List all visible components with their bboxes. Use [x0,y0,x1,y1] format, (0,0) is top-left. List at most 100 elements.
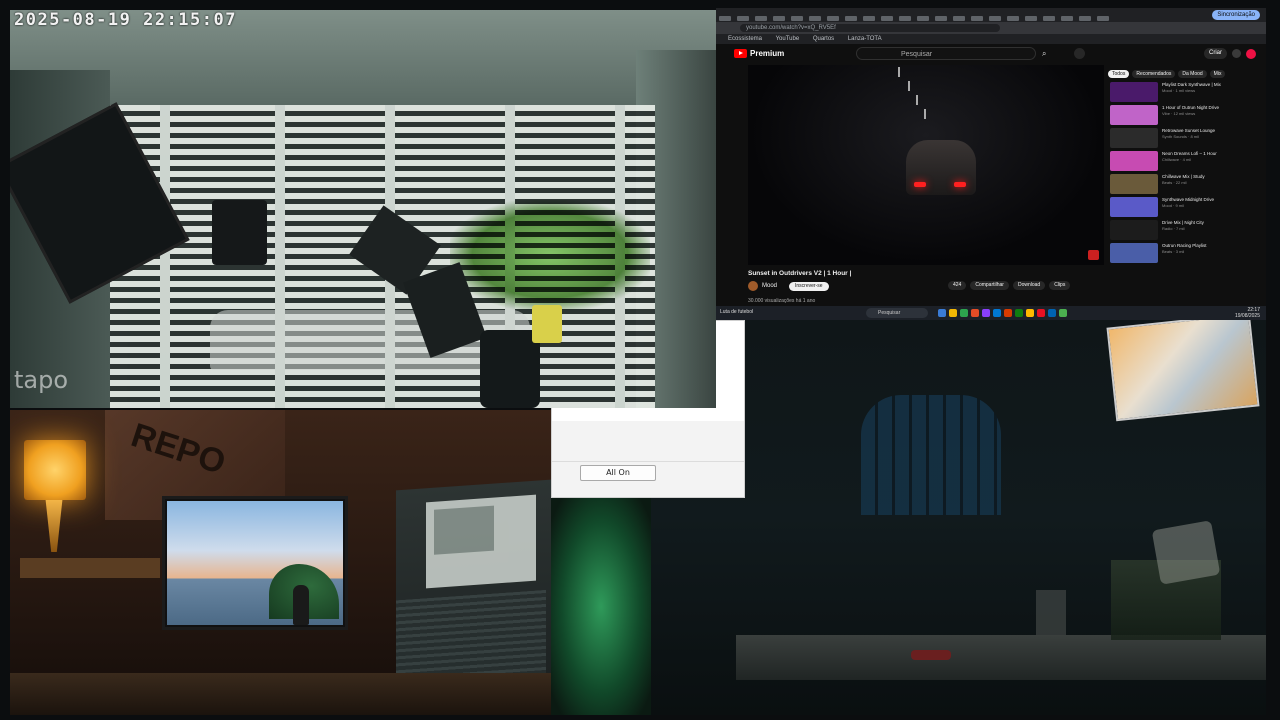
taskbar-app-icon[interactable] [993,309,1001,317]
taskbar-clock[interactable]: 22:17 19/08/2025 [1235,307,1260,319]
browser-tab[interactable] [881,16,893,21]
mic-icon[interactable] [1074,48,1085,59]
lamp-base [45,500,63,552]
browser-tab[interactable] [737,16,749,21]
browser-sync-button[interactable]: Sincronização [1212,10,1260,20]
recommendation-title[interactable]: 1 Hour of Outrun Night Drive [1162,105,1219,111]
browser-tab[interactable] [809,16,821,21]
recommendation-thumbnail[interactable] [1110,128,1158,148]
taskbar-app-icon[interactable] [949,309,957,317]
taskbar-app-icon[interactable] [1004,309,1012,317]
browser-tab[interactable] [845,16,857,21]
browser-tab[interactable] [899,16,911,21]
bookmark-item[interactable]: Ecossistema [728,36,762,42]
taskbar-widget[interactable]: Luta de futebol [720,309,753,315]
taskbar-app-icon[interactable] [960,309,968,317]
recommendation-item[interactable]: Retrowave Sunset Lounge Synth Sounds · 8 … [1110,128,1260,150]
share-button[interactable]: Compartilhar [970,281,1009,290]
bookmark-item[interactable]: Quartos [813,36,834,42]
taskbar-app-icon[interactable] [938,309,946,317]
recommendation-item[interactable]: Drive Mix | Night City Radio · 7 mil [1110,220,1260,242]
tail-light [954,182,966,187]
browser-tab[interactable] [989,16,1001,21]
video-player[interactable] [748,65,1104,265]
browser-tab[interactable] [791,16,803,21]
recommendation-item[interactable]: Chillwave Mix | Study Beats · 22 mil [1110,174,1260,196]
recommendation-item[interactable]: Playlist Dark Synthwave | Mix Mood · 1 mi… [1110,82,1260,104]
taskbar-app-icon[interactable] [1015,309,1023,317]
channel-name[interactable]: Mood [762,283,777,289]
recommendation-title[interactable]: Neon Dreams Lofi – 1 Hour [1162,151,1217,157]
desk [10,673,551,715]
browser-tab[interactable] [953,16,965,21]
taskbar-app-icon[interactable] [1059,309,1067,317]
channel-avatar[interactable] [748,281,758,291]
taskbar-app-icon[interactable] [982,309,990,317]
recommendation-title[interactable]: Outrun Racing Playlist [1162,243,1207,249]
recommendation-thumbnail[interactable] [1110,197,1158,217]
avatar[interactable] [1246,48,1256,59]
chip[interactable]: Mix [1209,70,1226,78]
recommendation-title[interactable]: Drive Mix | Night City [1162,220,1204,226]
chip[interactable]: Recomendados [1132,70,1176,78]
street-trees [450,200,650,310]
search-icon[interactable]: ⌕ [1042,49,1046,59]
create-button[interactable]: Criar [1204,48,1227,59]
browser-tab[interactable] [917,16,929,21]
browser-tab[interactable] [827,16,839,21]
download-button[interactable]: Download [1012,281,1046,290]
browser-tab[interactable] [755,16,767,21]
browser-tab[interactable] [1061,16,1073,21]
subscribe-button[interactable]: Inscrever-se [789,281,829,291]
recommendation-thumbnail[interactable] [1110,174,1158,194]
camera-feed-storefront: 2025-08-19 22:15:07 tapo [10,10,716,408]
youtube-header-tools: Criar [1204,48,1256,59]
recommendation-title[interactable]: Retrowave Sunset Lounge [1162,128,1215,134]
recommendation-thumbnail[interactable] [1110,105,1158,125]
recommendation-thumbnail[interactable] [1110,220,1158,240]
browser-tab[interactable] [1043,16,1055,21]
browser-tab[interactable] [935,16,947,21]
browser-tab[interactable] [719,16,731,21]
bookmark-item[interactable]: Lanza-TOTA [848,36,882,42]
taskbar-app-icon[interactable] [971,309,979,317]
tail-light [914,182,926,187]
recommendation-thumbnail[interactable] [1110,151,1158,171]
recommendation-thumbnail[interactable] [1110,243,1158,263]
clips-button[interactable]: Clips [1049,281,1071,290]
browser-tab[interactable] [1079,16,1091,21]
recommendation-title[interactable]: Synthwave Midnight Drive [1162,197,1214,203]
filter-chips: Todos Recomendados Da Mood Mix [1108,70,1226,78]
url-field[interactable]: youtube.com/watch?v=xQ_RV5Ef [740,24,1000,32]
recommendation-item[interactable]: 1 Hour of Outrun Night Drive Vibe · 12 mi… [1110,105,1260,127]
recommendation-thumbnail[interactable] [1110,82,1158,102]
recommendation-title[interactable]: Playlist Dark Synthwave | Mix [1162,82,1221,88]
browser-tab[interactable] [773,16,785,21]
youtube-search-input[interactable]: Pesquisar [856,47,1036,60]
like-button[interactable]: 424 [948,281,967,290]
address-bar: youtube.com/watch?v=xQ_RV5Ef [716,22,1266,34]
taskbar-app-icon[interactable] [1037,309,1045,317]
plastic-bag [1151,520,1221,585]
browser-tab[interactable] [863,16,875,21]
recommendation-title[interactable]: Chillwave Mix | Study [1162,174,1205,180]
browser-tab[interactable] [971,16,983,21]
chip[interactable]: Todos [1108,70,1130,78]
chip[interactable]: Da Mood [1178,70,1207,78]
browser-tab[interactable] [1097,16,1109,21]
taskbar-app-icon[interactable] [1048,309,1056,317]
video-overlay-icon[interactable] [1088,250,1099,260]
recommendation-item[interactable]: Neon Dreams Lofi – 1 Hour Chillwave · 4 m… [1110,151,1260,173]
taskbar-app-icon[interactable] [1026,309,1034,317]
all-on-button[interactable]: All On [580,465,656,481]
notifications-icon[interactable] [1232,49,1241,58]
recommendation-item[interactable]: Outrun Racing Playlist Beats · 3 mil [1110,243,1260,265]
speaker-box [212,200,267,265]
browser-tab[interactable] [1007,16,1019,21]
browser-tab[interactable] [1025,16,1037,21]
youtube-logo[interactable]: Premium [734,49,784,58]
taskbar-search[interactable]: Pesquisar [866,308,928,318]
recommendation-item[interactable]: Synthwave Midnight Drive Mood · 9 mil [1110,197,1260,219]
recommendations-list: Playlist Dark Synthwave | Mix Mood · 1 mi… [1110,82,1260,266]
bookmark-item[interactable]: YouTube [776,36,800,42]
